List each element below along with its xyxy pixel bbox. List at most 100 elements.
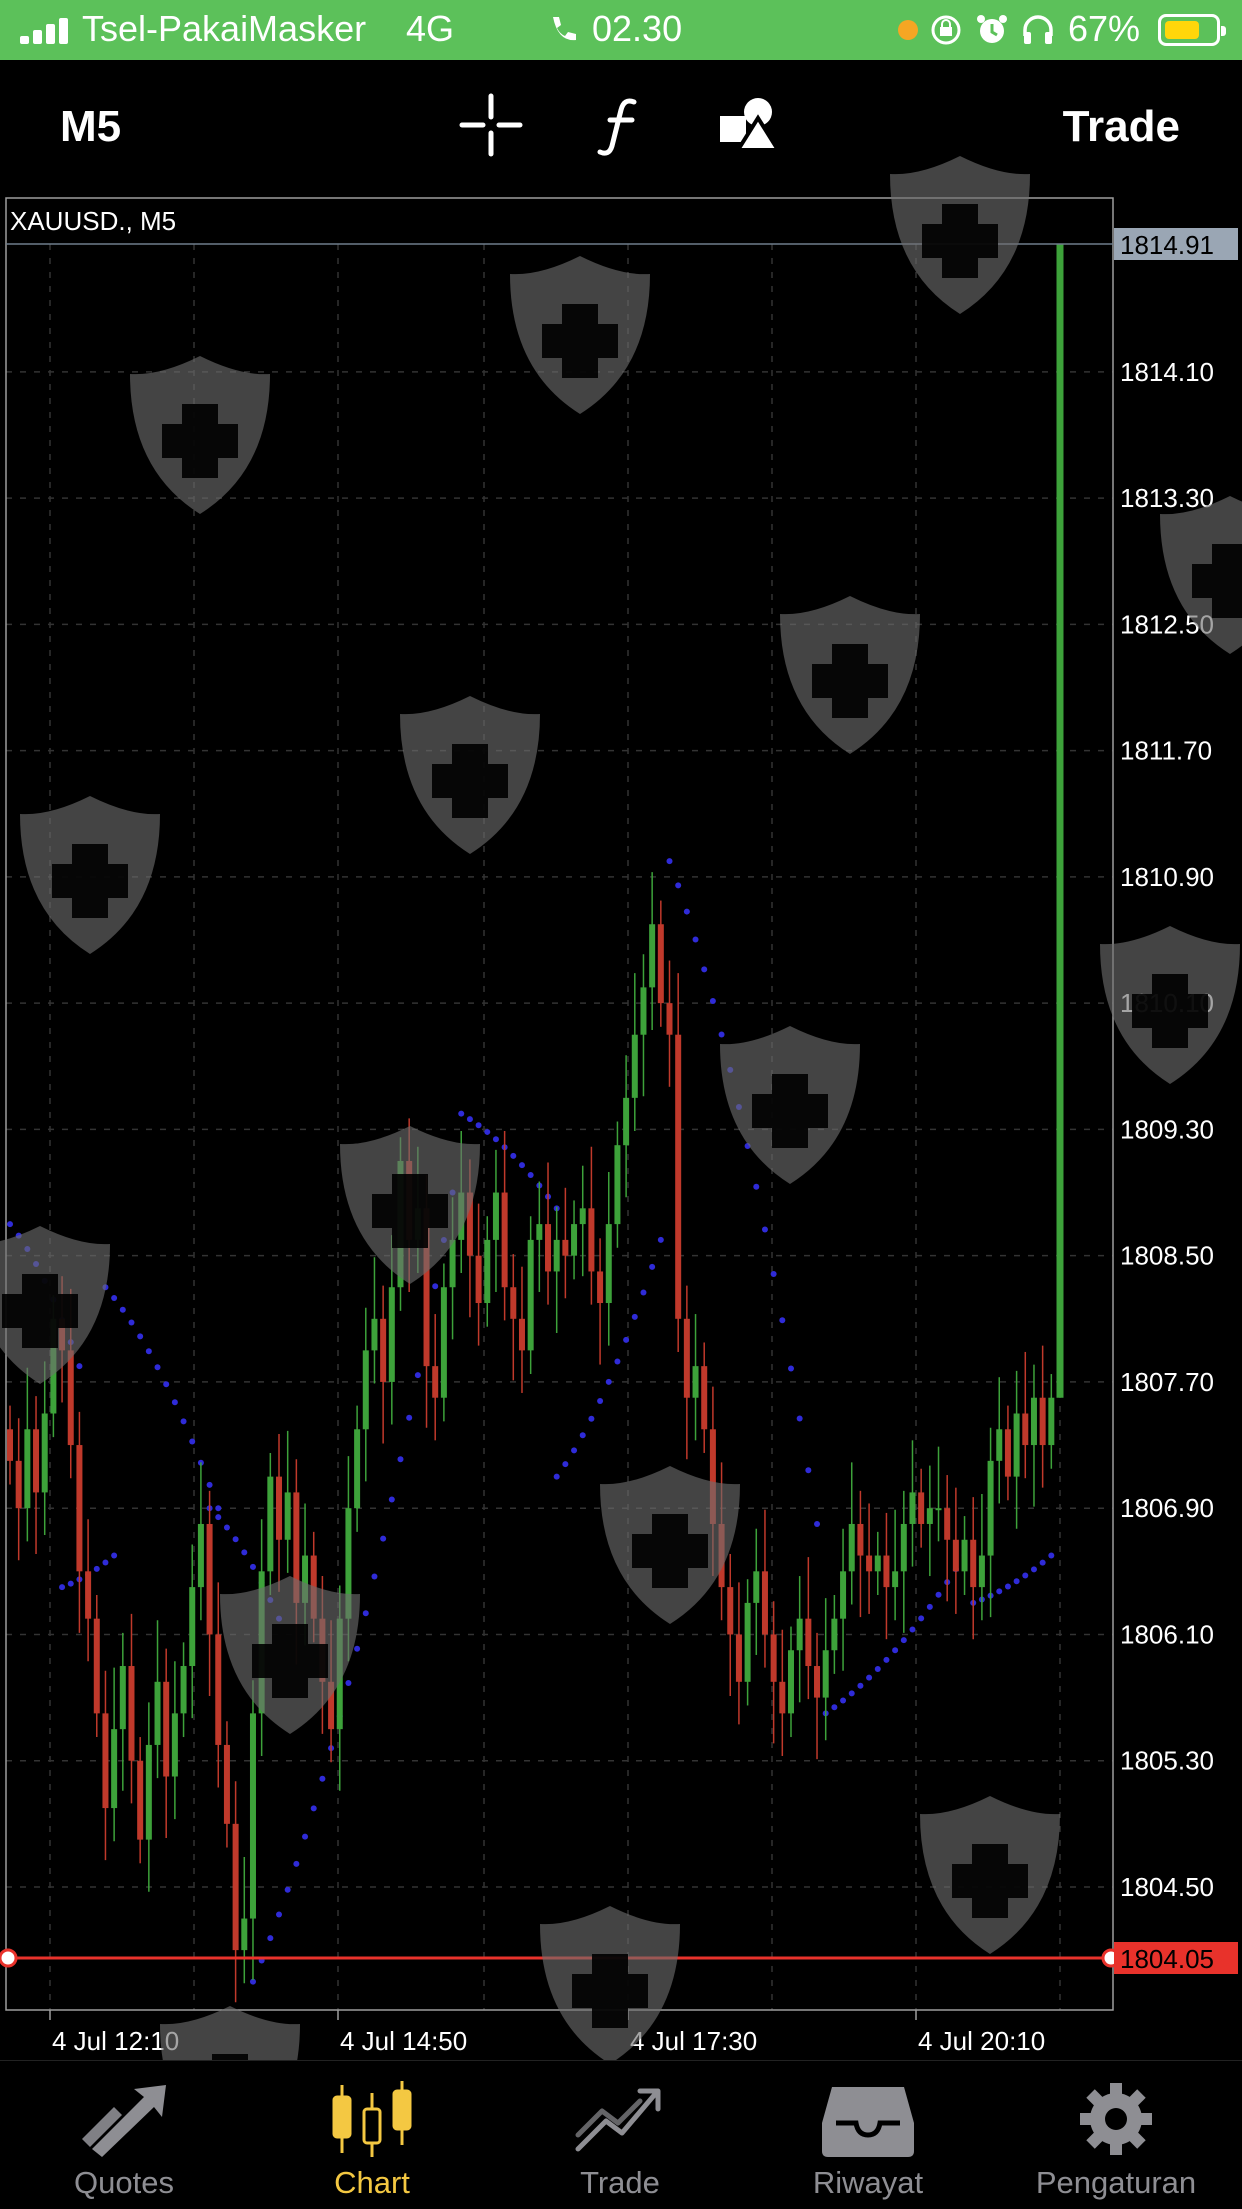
sar-dot <box>1022 1572 1029 1579</box>
candle <box>1030 1397 1037 1446</box>
nav-chart[interactable]: Chart <box>248 2061 496 2209</box>
sar-dot <box>137 1333 144 1340</box>
sar-dot <box>787 1365 794 1372</box>
trade-button[interactable]: Trade <box>1063 102 1180 152</box>
sar-dot <box>553 1473 560 1480</box>
sar-dot <box>935 1591 942 1598</box>
price-line-handle-left <box>0 1948 18 1968</box>
sar-dot <box>128 1319 135 1326</box>
shapes-icon[interactable] <box>714 90 784 160</box>
battery-icon <box>1158 14 1226 46</box>
candlestick-icon <box>332 2081 412 2157</box>
candle <box>475 1255 482 1304</box>
sar-dot <box>406 1414 413 1421</box>
nav-history[interactable]: Riwayat <box>744 2061 992 2209</box>
candle <box>770 1634 777 1682</box>
candle <box>293 1492 300 1603</box>
candle <box>284 1492 291 1540</box>
nav-label: Quotes <box>74 2165 174 2200</box>
candle <box>1013 1413 1020 1477</box>
y-tick-label: 1814.10 <box>1120 357 1214 387</box>
sar-dot <box>414 1372 421 1379</box>
candle <box>787 1650 794 1714</box>
network-type: 4G <box>406 8 455 49</box>
orange-dot-icon <box>898 20 918 40</box>
candle <box>605 1224 612 1304</box>
sar-dot <box>709 998 716 1005</box>
function-icon[interactable] <box>586 90 656 160</box>
candle <box>944 1508 951 1540</box>
candle <box>154 1681 161 1745</box>
sar-dot <box>857 1682 864 1689</box>
candle <box>310 1555 317 1619</box>
nav-label: Chart <box>334 2165 410 2200</box>
candle <box>1004 1429 1011 1477</box>
candle <box>171 1713 178 1777</box>
sar-dot <box>1013 1578 1020 1585</box>
candle <box>900 1523 907 1572</box>
candle <box>406 1160 413 1240</box>
sar-dot <box>579 1432 586 1439</box>
sell-price-label: 1804.05 <box>1120 1944 1214 1974</box>
candle <box>336 1618 343 1730</box>
nav-trade[interactable]: Trade <box>496 2061 744 2209</box>
battery-level <box>1165 21 1199 39</box>
y-tick-label: 1813.30 <box>1120 483 1214 513</box>
sar-dot <box>1004 1583 1011 1590</box>
candle <box>883 1555 890 1588</box>
x-tick-label: 4 Jul 12:10 <box>52 2026 179 2056</box>
candle <box>814 1666 821 1698</box>
sar-dot <box>770 1270 777 1277</box>
sar-dot <box>345 1680 352 1687</box>
chart-canvas[interactable]: 1814.91 1804.05 1814.10 1813.30 1812.50 1811… <box>0 192 1242 2060</box>
timeframe-button[interactable]: M5 <box>60 102 121 152</box>
candle <box>145 1744 152 1840</box>
sar-dot <box>102 1559 109 1566</box>
candle <box>761 1571 768 1635</box>
sar-dot <box>692 936 699 943</box>
candle <box>128 1666 135 1761</box>
sar-dot <box>814 1520 821 1527</box>
candle <box>518 1318 525 1351</box>
sar-dot <box>701 966 708 973</box>
sar-dot <box>1039 1559 1046 1566</box>
x-tick-label: 4 Jul 20:10 <box>918 2026 1045 2056</box>
candle <box>319 1618 326 1682</box>
candle <box>874 1555 881 1572</box>
candle <box>970 1539 977 1588</box>
sar-dot <box>683 908 690 915</box>
y-tick-label: 1809.30 <box>1120 1114 1214 1144</box>
sar-dot <box>779 1317 786 1324</box>
candle <box>33 1429 40 1493</box>
candle <box>978 1555 985 1588</box>
candle <box>744 1602 751 1682</box>
x-tick-label: 4 Jul 14:50 <box>340 2026 467 2056</box>
candle <box>545 1224 552 1272</box>
candle <box>935 1508 942 1511</box>
sar-dot <box>718 1031 725 1038</box>
nav-quotes[interactable]: Quotes <box>0 2061 248 2209</box>
candle <box>50 1318 57 1414</box>
candle <box>397 1160 404 1288</box>
candle <box>614 1145 621 1225</box>
candle <box>857 1523 864 1556</box>
candle <box>302 1555 309 1603</box>
candle <box>206 1523 213 1635</box>
candle <box>15 1460 22 1509</box>
sar-dot <box>892 1647 899 1654</box>
candle <box>866 1555 873 1572</box>
candle <box>848 1523 855 1572</box>
price-chart[interactable]: 1814.91 1804.05 1814.10 1813.30 1812.50 1811… <box>0 192 1242 2060</box>
sar-dot <box>267 1597 274 1604</box>
y-tick-label: 1805.30 <box>1120 1746 1214 1776</box>
crosshair-icon[interactable] <box>456 90 526 160</box>
sar-dot <box>215 1514 222 1521</box>
candle <box>527 1239 534 1351</box>
y-tick-label: 1807.70 <box>1120 1367 1214 1397</box>
sar-dot <box>59 1584 66 1591</box>
sar-dot <box>232 1536 239 1543</box>
nav-settings[interactable]: Pengaturan <box>992 2061 1240 2209</box>
candle <box>501 1192 508 1288</box>
y-tick-label: 1808.50 <box>1120 1241 1214 1271</box>
candle <box>718 1523 725 1588</box>
